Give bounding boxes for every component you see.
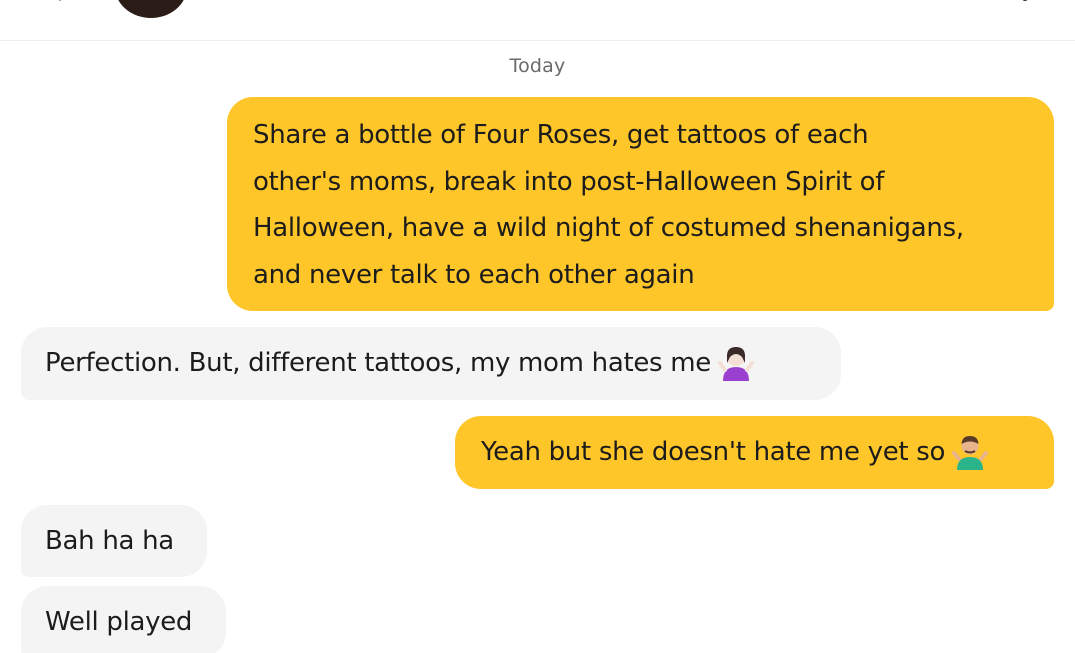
- man-shrugging-emoji: [952, 435, 989, 470]
- message-bubble-outgoing[interactable]: Yeah but she doesn't hate me yet so: [455, 416, 1054, 489]
- message-bubble-incoming[interactable]: Bah ha ha: [21, 505, 207, 577]
- chat-header: [0, 0, 1075, 41]
- message-text: Well played: [45, 607, 193, 637]
- date-separator: Today: [509, 55, 566, 77]
- message-line: other's moms, break into post-Halloween …: [253, 166, 885, 197]
- woman-shrugging-emoji: [717, 346, 754, 381]
- message-text: Yeah but she doesn't hate me yet so: [481, 437, 946, 467]
- message-text: Bah ha ha: [45, 526, 174, 556]
- back-arrow-icon[interactable]: [48, 0, 74, 4]
- message-line: Share a bottle of Four Roses, get tattoo…: [253, 120, 869, 150]
- message-line: Halloween, have a wild night of costumed…: [253, 213, 964, 243]
- message-bubble-outgoing[interactable]: Share a bottle of Four Roses, get tattoo…: [227, 97, 1054, 311]
- message-bubble-incoming[interactable]: Perfection. But, different tattoos, my m…: [21, 327, 841, 400]
- contact-avatar[interactable]: [115, 0, 187, 18]
- message-line: and never talk to each other again: [253, 259, 695, 290]
- message-text: Perfection. But, different tattoos, my m…: [45, 348, 711, 378]
- message-bubble-incoming[interactable]: Well played: [21, 586, 226, 653]
- more-options-icon[interactable]: [1021, 0, 1029, 4]
- chat-screen: Today Share a bottle of Four Roses, get …: [0, 0, 1075, 653]
